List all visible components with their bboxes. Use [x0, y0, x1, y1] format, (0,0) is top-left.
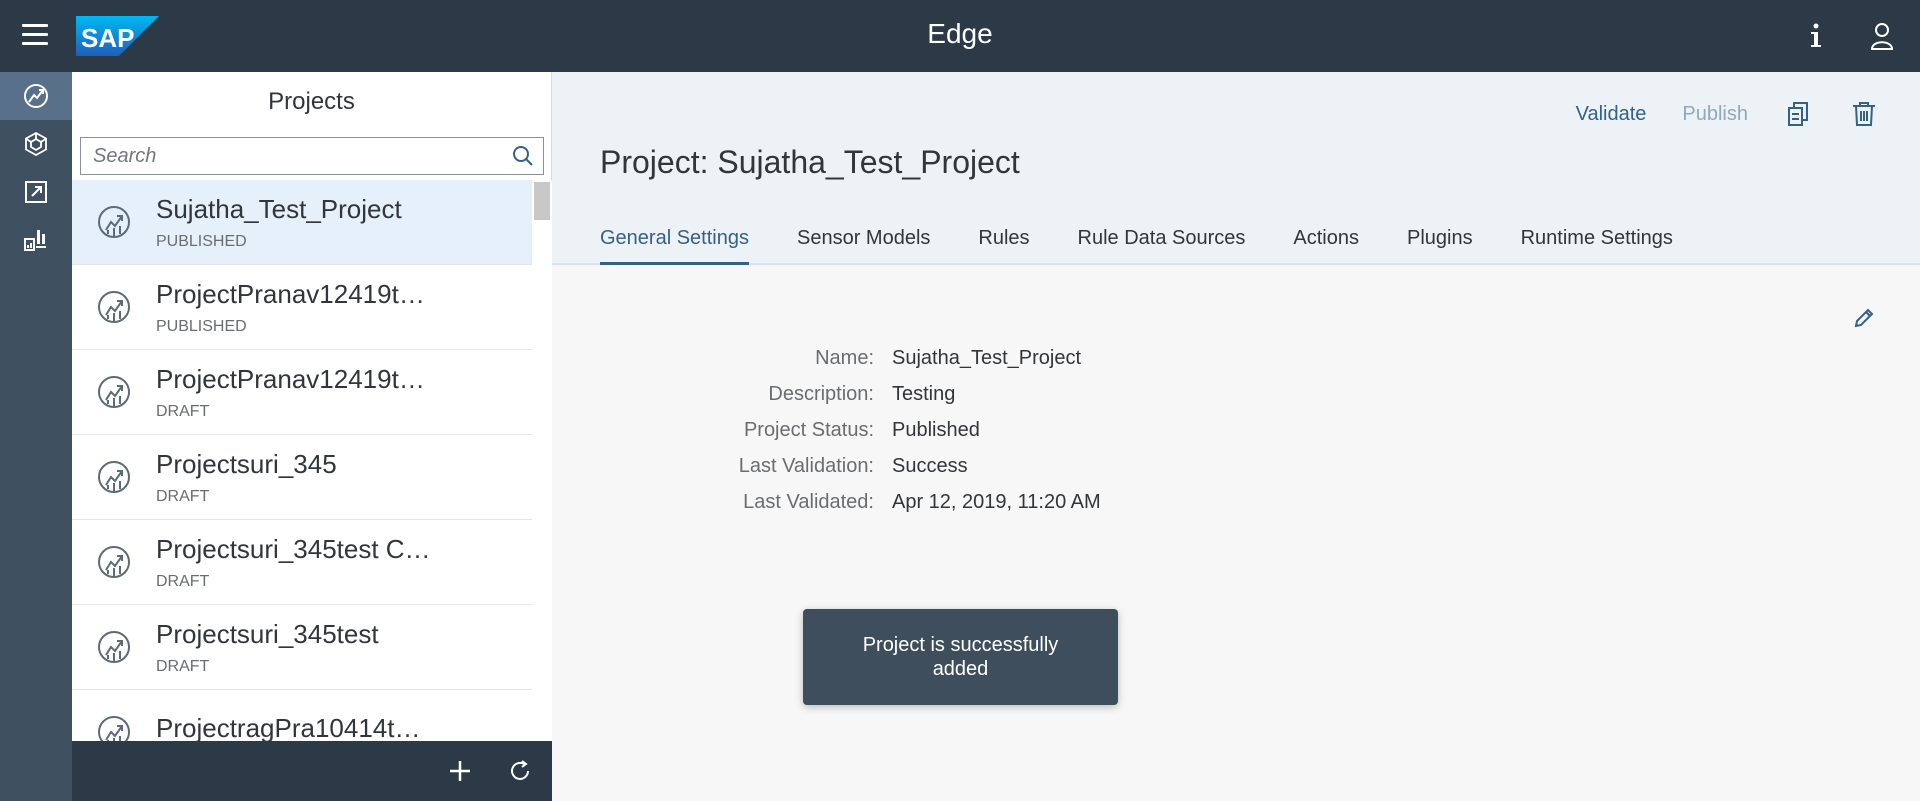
list-item[interactable]: Projectsuri_345test C… DRAFT	[72, 520, 532, 605]
list-item[interactable]: Projectsuri_345test DRAFT	[72, 605, 532, 690]
list-item-status: PUBLISHED	[156, 317, 247, 335]
list-item-title: Projectsuri_345test C…	[156, 533, 431, 564]
tab-bar: General Settings Sensor Models Rules Rul…	[600, 218, 1721, 265]
list-item-status: DRAFT	[156, 657, 210, 675]
list-item-title: Sujatha_Test_Project	[156, 193, 402, 224]
copy-icon	[1788, 102, 1808, 126]
toast-message: Project is successfully added	[803, 609, 1118, 705]
name-label: Name:	[815, 346, 874, 369]
search-icon[interactable]	[503, 138, 543, 174]
projects-list: Sujatha_Test_Project PUBLISHED ProjectPra…	[72, 180, 532, 801]
list-scrollbar[interactable]	[532, 180, 552, 801]
last-validation-value: Success	[892, 454, 968, 477]
search-input[interactable]	[81, 138, 503, 174]
tab-rule-data-sources[interactable]: Rule Data Sources	[1078, 218, 1246, 265]
project-icon	[96, 629, 132, 665]
form-row-description: Description: Testing	[552, 376, 1920, 412]
page-title: Project: Sujatha_Test_Project	[600, 144, 1020, 180]
plus-icon	[450, 761, 470, 781]
list-item-status: DRAFT	[156, 487, 210, 505]
tab-rules[interactable]: Rules	[978, 218, 1029, 265]
list-item-status: DRAFT	[156, 572, 210, 590]
list-item-title: ProjectPranav12419t…	[156, 278, 425, 309]
project-icon	[96, 374, 132, 410]
list-item-title: Projectsuri_345test	[156, 618, 379, 649]
projects-icon	[24, 84, 48, 108]
add-project-button[interactable]	[444, 755, 476, 787]
copy-button[interactable]	[1782, 98, 1814, 130]
nav-sensor-models[interactable]	[0, 120, 72, 168]
refresh-icon	[511, 760, 529, 780]
name-value: Sujatha_Test_Project	[892, 346, 1082, 369]
nav-dashboard[interactable]	[0, 216, 72, 264]
list-item[interactable]: ProjectPranav12419t… PUBLISHED	[72, 265, 532, 350]
tab-sensor-models[interactable]: Sensor Models	[797, 218, 930, 265]
description-label: Description:	[768, 382, 874, 405]
form-row-status: Project Status: Published	[552, 412, 1920, 448]
external-link-icon	[25, 181, 47, 203]
pencil-icon	[1854, 308, 1874, 328]
edit-button[interactable]	[1848, 302, 1880, 334]
list-item[interactable]: Projectsuri_345 DRAFT	[72, 435, 532, 520]
description-value: Testing	[892, 382, 956, 405]
search-field	[80, 137, 544, 175]
projects-title: Projects	[268, 88, 355, 115]
tab-actions[interactable]: Actions	[1293, 218, 1359, 265]
scrollbar-thumb[interactable]	[534, 182, 550, 220]
list-item-title: Projectsuri_345	[156, 448, 337, 479]
app-title: Edge	[927, 18, 993, 49]
project-icon	[96, 204, 132, 240]
project-status-value: Published	[892, 418, 980, 441]
nav-projects[interactable]	[0, 72, 72, 120]
tab-general-settings[interactable]: General Settings	[600, 218, 749, 265]
list-item-title: ProjectPranav12419t…	[156, 363, 425, 394]
publish-button[interactable]: Publish	[1682, 103, 1748, 126]
projects-footer	[72, 741, 552, 801]
form-row-last-validated: Last Validated: Apr 12, 2019, 11:20 AM	[552, 484, 1920, 520]
nav-external[interactable]	[0, 168, 72, 216]
dashboard-icon	[24, 230, 46, 251]
last-validated-label: Last Validated:	[743, 490, 874, 513]
list-item-title: ProjectragPra10414t…	[156, 712, 421, 743]
projects-panel: Projects Sujatha_Test_Project PUBLISHED P…	[72, 72, 552, 801]
refresh-button[interactable]	[504, 755, 536, 787]
tab-plugins[interactable]: Plugins	[1407, 218, 1473, 265]
last-validation-label: Last Validation:	[738, 454, 874, 477]
project-icon	[96, 544, 132, 580]
project-detail: Validate Publish Project: Sujatha_Test_P…	[552, 72, 1920, 801]
detail-header: Validate Publish Project: Sujatha_Test_P…	[552, 72, 1920, 265]
sensor-models-icon	[25, 131, 47, 157]
trash-icon	[1853, 102, 1875, 126]
validate-button[interactable]: Validate	[1576, 103, 1647, 126]
general-settings-form: Name: Sujatha_Test_Project Description: …	[552, 340, 1920, 520]
form-row-last-validation: Last Validation: Success	[552, 448, 1920, 484]
shell-bar: SAP Edge	[0, 0, 1920, 72]
user-icon[interactable]	[1866, 20, 1898, 52]
last-validated-value: Apr 12, 2019, 11:20 AM	[892, 490, 1101, 513]
list-item-status: DRAFT	[156, 402, 210, 420]
form-row-name: Name: Sujatha_Test_Project	[552, 340, 1920, 376]
delete-button[interactable]	[1848, 98, 1880, 130]
nav-rail	[0, 72, 72, 801]
project-status-label: Project Status:	[743, 418, 874, 441]
project-icon	[96, 289, 132, 325]
list-item-status: PUBLISHED	[156, 232, 247, 250]
list-item[interactable]: ProjectPranav12419t… DRAFT	[72, 350, 532, 435]
tab-runtime-settings[interactable]: Runtime Settings	[1521, 218, 1673, 265]
info-icon[interactable]	[1800, 20, 1832, 52]
list-item[interactable]: Sujatha_Test_Project PUBLISHED	[72, 180, 532, 265]
project-icon	[96, 459, 132, 495]
